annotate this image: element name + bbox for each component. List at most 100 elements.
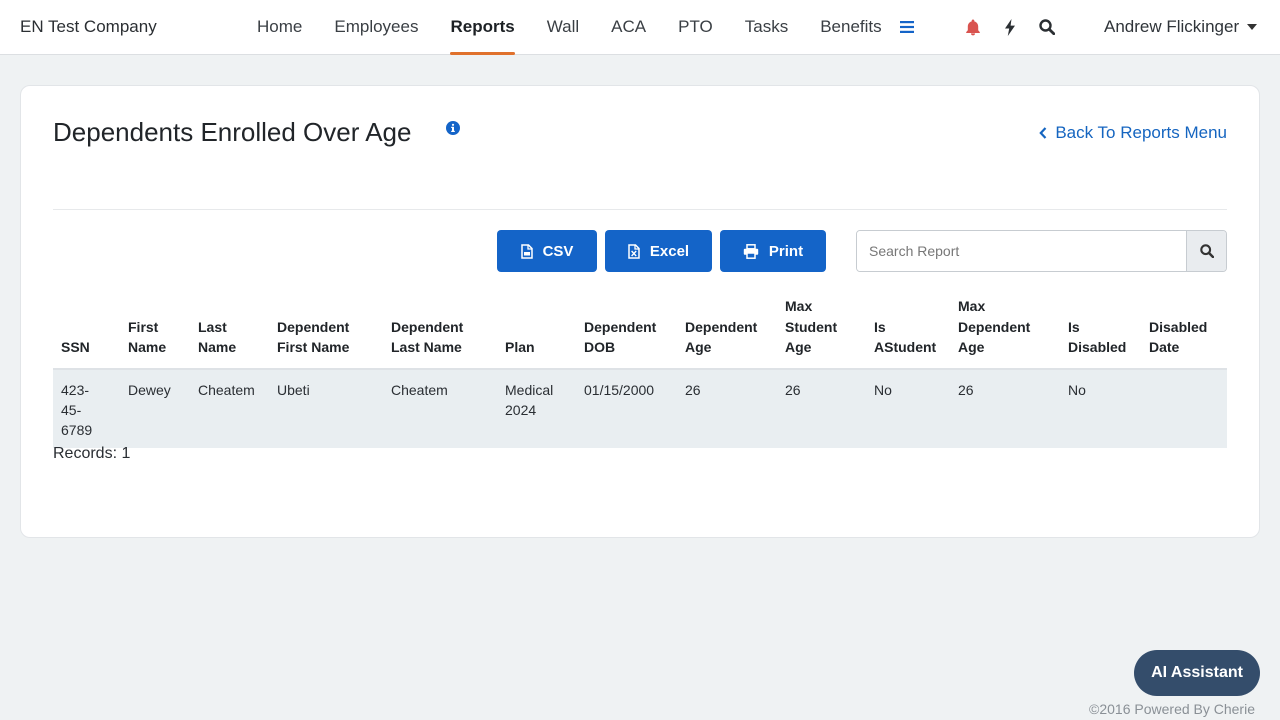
excel-file-icon [628,243,640,259]
table-row: 423- 45- 6789 Dewey Cheatem Ubeti Cheatem Medic… [53,368,1227,448]
excel-button[interactable]: Excel [605,230,712,272]
column-header-text: Plan [505,339,535,355]
table-cell: No [1060,368,1141,448]
cell-text: 6789 [61,421,93,438]
print-button-label: Print [768,242,804,260]
column-header-text: Disabled [1068,339,1127,355]
search-icon[interactable] [1036,0,1058,54]
back-link-label: Back To Reports Menu [1055,123,1227,142]
nav-reports[interactable]: Reports [434,0,530,55]
column-header-text: Max [785,298,813,314]
bolt-icon[interactable] [999,0,1021,54]
csv-button[interactable]: CSV [497,230,597,272]
column-header-text: Age [685,339,712,355]
nav-benefits[interactable]: Benefits [804,0,897,54]
column-header[interactable]: Dependent Age [677,296,777,370]
table-cell: No [866,368,950,448]
csv-button-label: CSV [542,242,574,260]
column-header[interactable]: First Name [120,296,190,370]
cell-text: Dewey [128,381,171,398]
cell-text: 26 [785,381,801,398]
table-cell [1141,368,1227,448]
column-header-text: DOB [584,339,616,355]
caret-down-icon [1247,24,1258,30]
column-header-text: Disabled [1149,318,1208,335]
user-menu[interactable]: Andrew Flickinger [1104,17,1258,37]
cell-text: 26 [685,381,701,398]
cell-text: 423- [61,381,90,398]
nav-aca[interactable]: ACA [595,0,662,54]
report-table: SSN First Name Last Name Dependent First Name D… [53,296,1227,448]
table-cell: Cheatem [383,368,497,448]
search-report [856,230,1227,272]
info-icon[interactable] [446,121,460,135]
search-report-input[interactable] [857,231,1186,271]
column-header[interactable]: Dependent Last Name [383,296,497,370]
column-header-text: First [128,318,159,335]
cell-text: 2024 [505,401,537,418]
divider [53,209,1227,210]
table-cell: Medical 2024 [497,368,576,448]
column-header-text: SSN [61,339,90,355]
bell-icon[interactable] [962,0,984,54]
column-header[interactable]: Last Name [190,296,269,370]
column-header[interactable]: Is AStudent [866,296,950,370]
column-header[interactable]: Plan [497,296,576,370]
top-navbar: EN Test Company Home Employees Reports W… [0,0,1280,55]
print-button[interactable]: Print [720,230,826,272]
column-header-text: Last [198,318,227,335]
nav-home[interactable]: Home [241,0,318,54]
main-nav: Home Employees Reports Wall ACA PTO Task… [241,0,898,55]
cell-text: 01/15/2000 [584,381,655,398]
page-title: Dependents Enrolled Over Age [53,117,412,147]
column-header-text: Student [785,318,838,335]
table-body: 423- 45- 6789 Dewey Cheatem Ubeti Cheatem Medic… [53,368,1227,448]
nav-employees[interactable]: Employees [318,0,434,54]
menu-icon[interactable] [896,0,918,54]
search-report-button[interactable] [1186,231,1226,271]
csv-file-icon [520,243,533,259]
search-icon [1199,244,1214,258]
column-header[interactable]: Dependent DOB [576,296,677,370]
column-header-text: Dependent [958,318,1031,335]
excel-button-label: Excel [649,242,690,260]
cell-text: Cheatem [391,381,448,398]
company-name[interactable]: EN Test Company [20,17,157,37]
nav-tasks[interactable]: Tasks [729,0,804,54]
ai-assistant-button[interactable]: AI Assistant [1134,650,1260,696]
chevron-left-icon [1039,127,1047,139]
column-header-text: Is [1068,318,1080,335]
column-header-text: Is [874,318,886,335]
table-cell: 01/15/2000 [576,368,677,448]
column-header-text: Name [128,339,167,355]
cell-text: Cheatem [198,381,255,398]
table-cell: Ubeti [269,368,383,448]
column-header[interactable]: Dependent First Name [269,296,383,370]
column-header-text: AStudent [874,339,937,355]
column-header-text: First Name [277,339,350,355]
column-header-text: Last Name [391,339,462,355]
column-header[interactable]: Max Dependent Age [950,296,1060,370]
column-header[interactable]: SSN [53,296,120,370]
column-header-text: Dependent [584,318,657,335]
nav-pto[interactable]: PTO [662,0,729,54]
printer-icon [743,243,759,259]
column-header-text: Age [958,339,985,355]
column-header[interactable]: Is Disabled [1060,296,1141,370]
column-header[interactable]: Max Student Age [777,296,866,370]
nav-wall[interactable]: Wall [531,0,595,54]
column-header-text: Date [1149,339,1180,355]
cell-text: No [874,381,892,398]
column-header-text: Dependent [391,318,464,335]
column-header-text: Age [785,339,812,355]
column-header[interactable]: Disabled Date [1141,296,1227,370]
column-header-text: Dependent [277,318,350,335]
column-header-text: Name [198,339,237,355]
column-header-text: Max [958,298,986,314]
footer-copyright: ©2016 Powered By Cherie [1089,701,1255,717]
cell-text: Medical [505,381,554,398]
table-cell: 26 [950,368,1060,448]
report-card: Dependents Enrolled Over Age Back To Rep… [20,85,1260,538]
back-to-reports-link[interactable]: Back To Reports Menu [1039,123,1227,143]
table-cell: Dewey [120,368,190,448]
